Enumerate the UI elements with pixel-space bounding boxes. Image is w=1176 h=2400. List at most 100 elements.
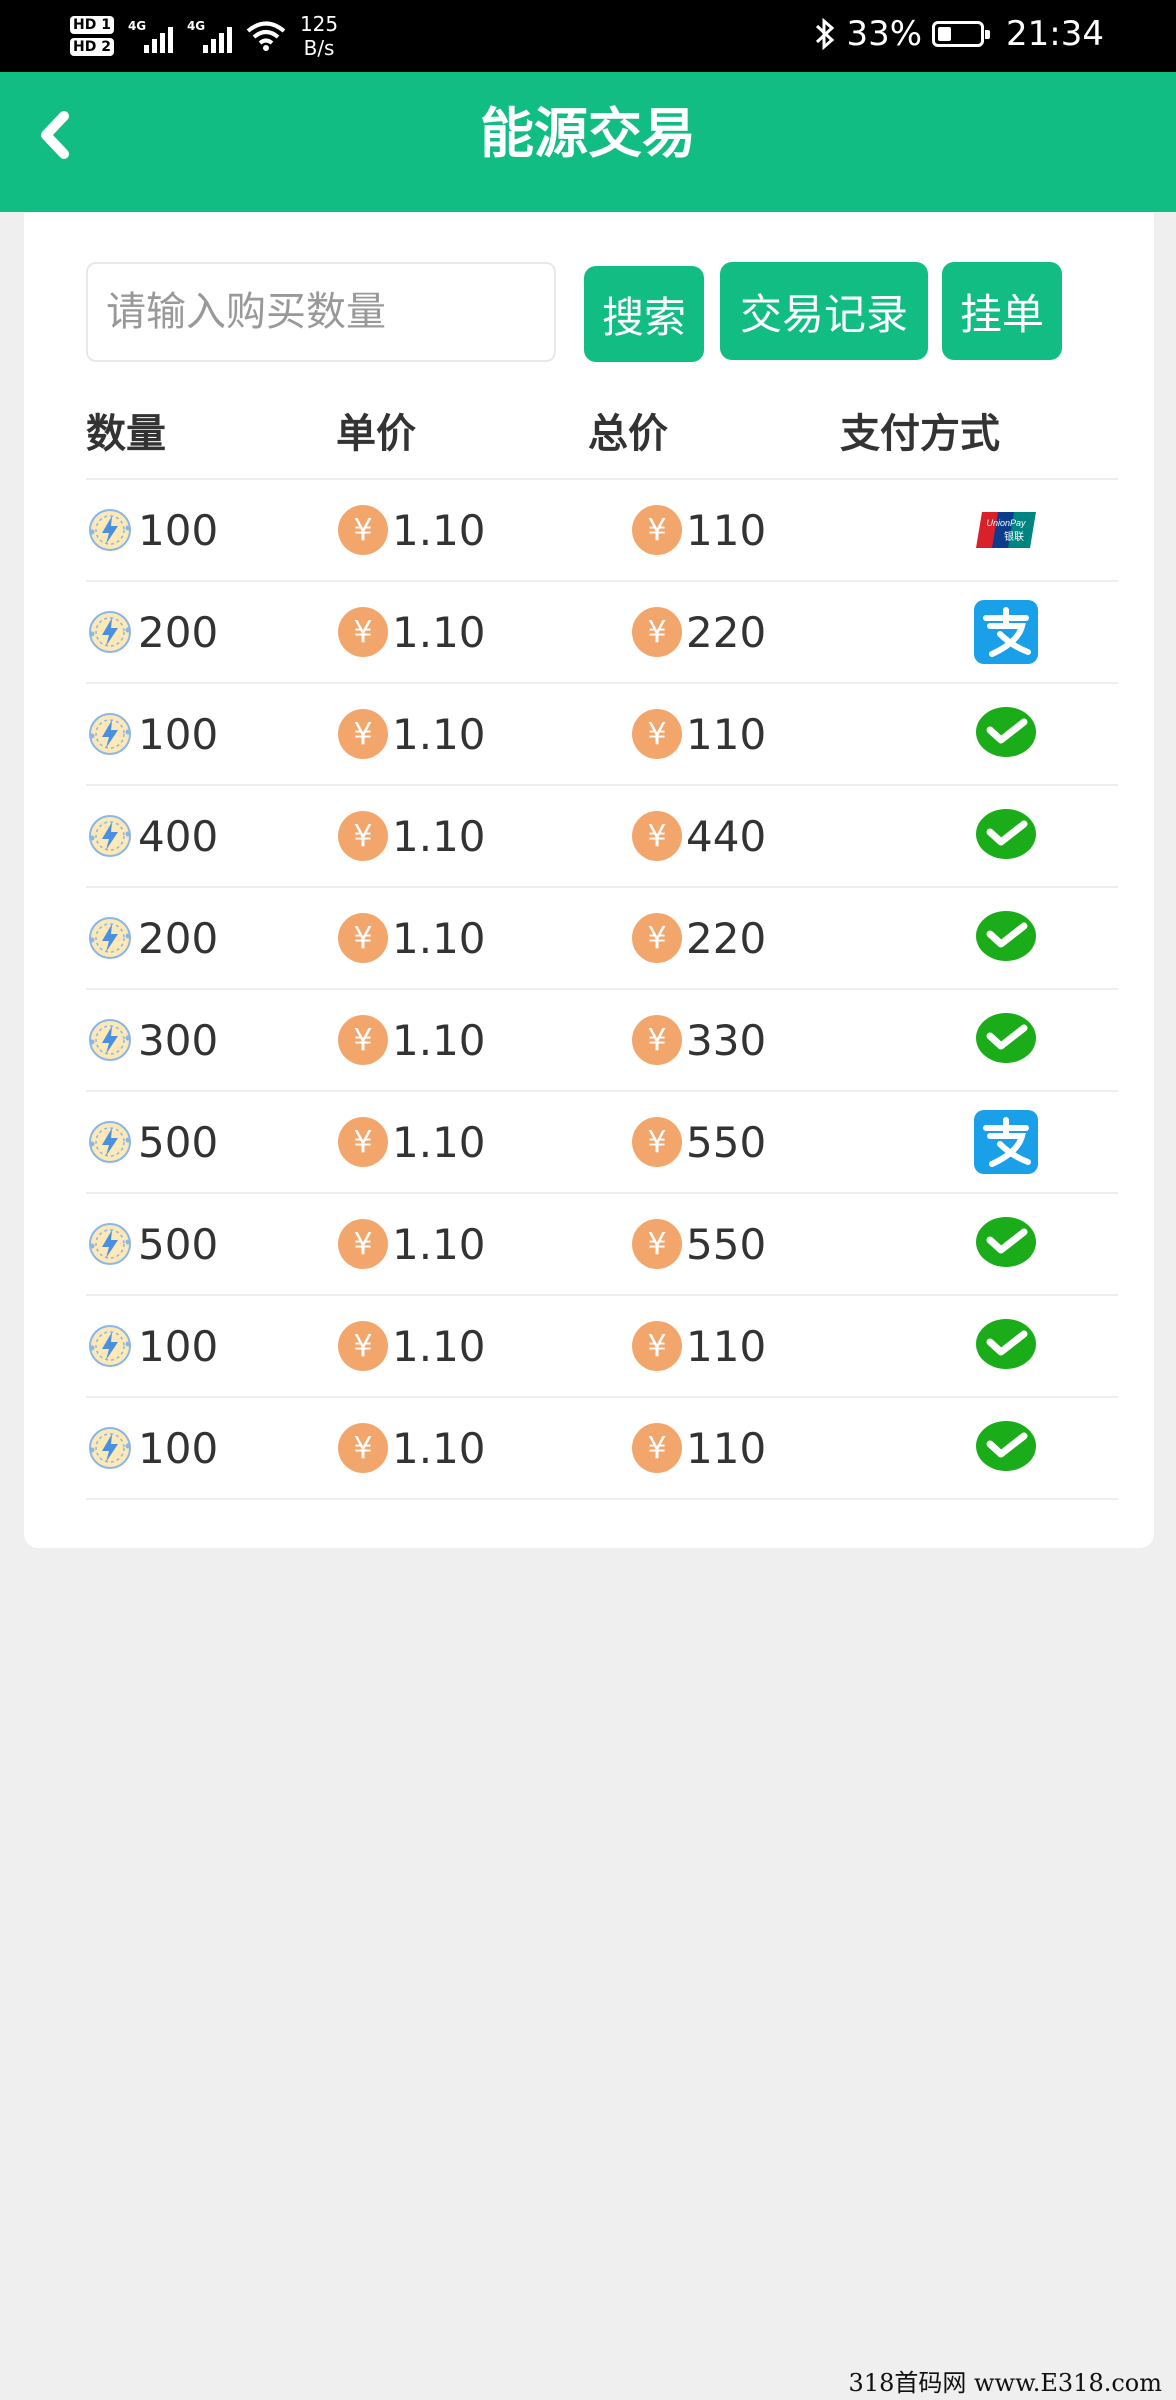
unit-price-cell: ¥ 1.10: [336, 607, 588, 657]
unit-price-cell: ¥ 1.10: [336, 811, 588, 861]
unit-price-value: 1.10: [392, 505, 486, 555]
energy-icon: [89, 1019, 131, 1061]
total-price-value: 110: [686, 505, 767, 555]
trade-records-button[interactable]: 交易记录: [720, 262, 928, 360]
orders-table: 数量 单价 总价 支付方式 100 ¥ 1.10 ¥ 110 UnionPay 银…: [86, 382, 1118, 1500]
energy-icon: [89, 917, 131, 959]
yuan-coin-icon: ¥: [338, 1117, 388, 1167]
total-price-cell: ¥ 110: [588, 1423, 840, 1473]
network-type-1: 4G: [127, 19, 147, 33]
trade-card: 搜索 交易记录 挂单 数量 单价 总价 支付方式 100 ¥ 1.10 ¥ 11…: [24, 212, 1154, 1548]
energy-icon: [89, 1325, 131, 1367]
energy-icon: [89, 1223, 131, 1265]
table-row[interactable]: 100 ¥ 1.10 ¥ 110: [86, 1296, 1118, 1398]
quantity-cell: 300: [86, 1016, 336, 1065]
quantity-cell: 100: [86, 710, 336, 759]
wechat-pay-icon: [976, 1217, 1036, 1267]
total-price-value: 440: [686, 811, 767, 861]
yuan-coin-icon: ¥: [338, 913, 388, 963]
unit-price-value: 1.10: [392, 709, 486, 759]
table-row[interactable]: 500 ¥ 1.10 ¥ 550: [86, 1194, 1118, 1296]
sim2-badge: HD 2: [70, 38, 114, 56]
table-row[interactable]: 300 ¥ 1.10 ¥ 330: [86, 990, 1118, 1092]
payment-method-cell: [840, 1110, 1118, 1174]
total-price-value: 330: [686, 1015, 767, 1065]
wechat-pay-icon: [976, 1013, 1036, 1063]
energy-icon: [89, 611, 131, 653]
unit-price-cell: ¥ 1.10: [336, 709, 588, 759]
total-price-value: 110: [686, 1423, 767, 1473]
total-price-value: 550: [686, 1219, 767, 1269]
total-price-value: 550: [686, 1117, 767, 1167]
table-header: 数量 单价 总价 支付方式: [86, 382, 1118, 480]
alipay-icon: [974, 1110, 1038, 1174]
wechat-pay-icon: [976, 1319, 1036, 1369]
yuan-coin-icon: ¥: [632, 913, 682, 963]
sim-indicators: HD 1 HD 2: [70, 16, 114, 56]
unit-price-value: 1.10: [392, 1423, 486, 1473]
payment-method-cell: [840, 1212, 1118, 1276]
payment-method-cell: [840, 1314, 1118, 1378]
quantity-value: 500: [138, 1219, 219, 1269]
header-quantity: 数量: [86, 411, 166, 457]
header-payment-method: 支付方式: [840, 411, 1000, 457]
unit-price-value: 1.10: [392, 1321, 486, 1371]
yuan-coin-icon: ¥: [338, 1219, 388, 1269]
unit-price-cell: ¥ 1.10: [336, 913, 588, 963]
quantity-search-input[interactable]: [86, 262, 556, 362]
unit-price-value: 1.10: [392, 811, 486, 861]
sim2-label: HD 2: [70, 38, 114, 56]
search-button[interactable]: 搜索: [584, 266, 704, 362]
energy-icon: [89, 1121, 131, 1163]
list-order-button[interactable]: 挂单: [942, 262, 1062, 360]
total-price-cell: ¥ 330: [588, 1015, 840, 1065]
quantity-cell: 100: [86, 1424, 336, 1473]
yuan-coin-icon: ¥: [632, 1321, 682, 1371]
yuan-coin-icon: ¥: [338, 505, 388, 555]
total-price-value: 110: [686, 1321, 767, 1371]
table-row[interactable]: 100 ¥ 1.10 ¥ 110 UnionPay 银联: [86, 480, 1118, 582]
unit-price-cell: ¥ 1.10: [336, 505, 588, 555]
wechat-pay-icon: [976, 809, 1036, 859]
quantity-value: 100: [138, 1321, 219, 1371]
table-row[interactable]: 200 ¥ 1.10 ¥ 220: [86, 888, 1118, 990]
energy-icon: [89, 815, 131, 857]
unit-price-cell: ¥ 1.10: [336, 1423, 588, 1473]
yuan-coin-icon: ¥: [632, 1423, 682, 1473]
sim1-badge: HD 1: [70, 16, 114, 34]
quantity-cell: 200: [86, 608, 336, 657]
quantity-cell: 100: [86, 1322, 336, 1371]
unit-price-value: 1.10: [392, 913, 486, 963]
table-row[interactable]: 500 ¥ 1.10 ¥ 550: [86, 1092, 1118, 1194]
page-title: 能源交易: [480, 102, 696, 165]
unit-price-value: 1.10: [392, 607, 486, 657]
unit-price-value: 1.10: [392, 1015, 486, 1065]
yuan-coin-icon: ¥: [632, 709, 682, 759]
total-price-cell: ¥ 550: [588, 1117, 840, 1167]
total-price-cell: ¥ 220: [588, 607, 840, 657]
quantity-value: 300: [138, 1015, 219, 1065]
quantity-value: 100: [138, 1423, 219, 1473]
table-row[interactable]: 100 ¥ 1.10 ¥ 110: [86, 1398, 1118, 1500]
wechat-pay-icon: [976, 1421, 1036, 1471]
energy-icon: [89, 1427, 131, 1469]
quantity-value: 400: [138, 811, 219, 861]
unit-price-cell: ¥ 1.10: [336, 1015, 588, 1065]
total-price-cell: ¥ 110: [588, 1321, 840, 1371]
quantity-value: 200: [138, 607, 219, 657]
table-row[interactable]: 100 ¥ 1.10 ¥ 110: [86, 684, 1118, 786]
signal-1-icon: 4G: [128, 19, 173, 53]
total-price-cell: ¥ 110: [588, 709, 840, 759]
unit-price-cell: ¥ 1.10: [336, 1219, 588, 1269]
speed-unit: B/s: [303, 36, 335, 60]
yuan-coin-icon: ¥: [338, 1321, 388, 1371]
table-body: 100 ¥ 1.10 ¥ 110 UnionPay 银联 200 ¥ 1.10 ¥: [86, 480, 1118, 1500]
yuan-coin-icon: ¥: [338, 1423, 388, 1473]
yuan-coin-icon: ¥: [632, 1219, 682, 1269]
energy-icon: [89, 713, 131, 755]
speed-value: 125: [299, 12, 339, 36]
status-left: HD 1 HD 2 4G 4G 125 B/s: [70, 8, 338, 64]
table-row[interactable]: 400 ¥ 1.10 ¥ 440: [86, 786, 1118, 888]
wifi-icon: [246, 21, 286, 51]
table-row[interactable]: 200 ¥ 1.10 ¥ 220: [86, 582, 1118, 684]
